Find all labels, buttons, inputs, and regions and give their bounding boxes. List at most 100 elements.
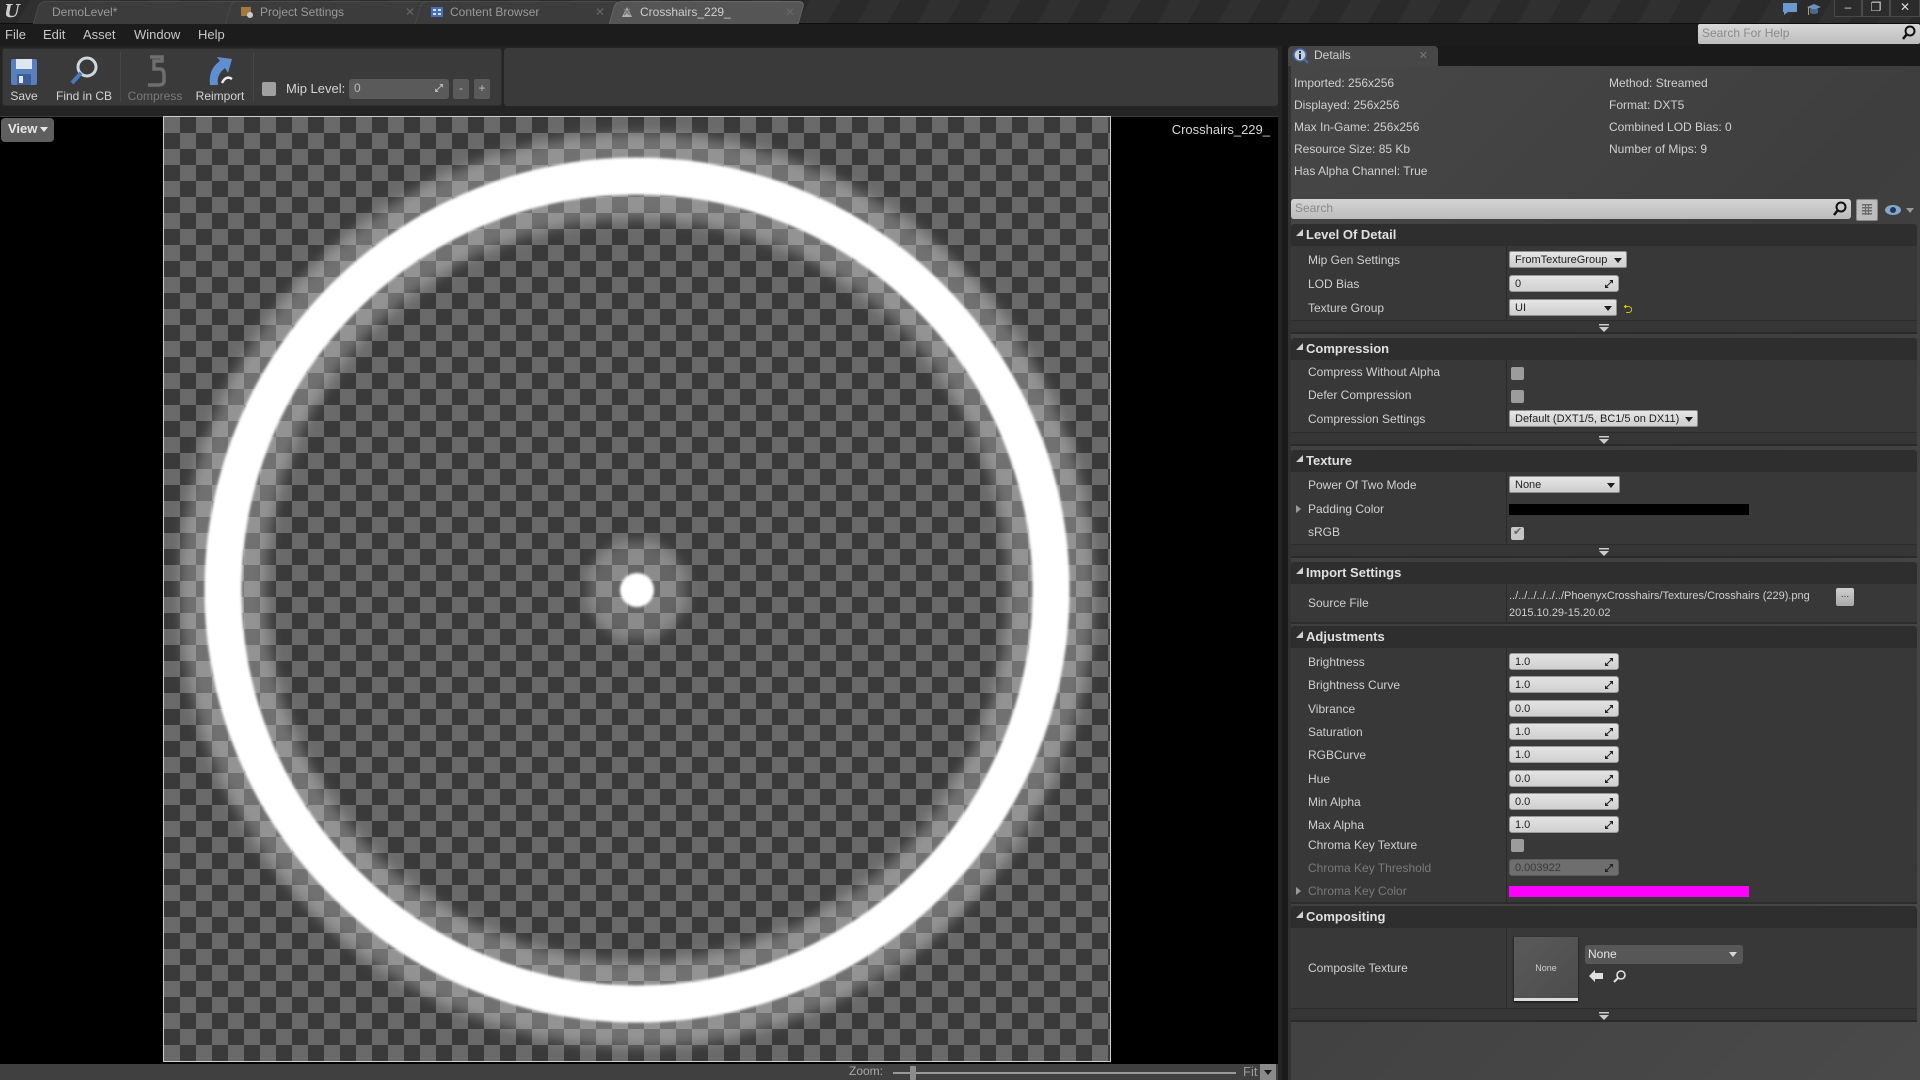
power-of-two-mode-dropdown[interactable]: None [1509,476,1620,493]
saturation-input[interactable]: 1.0 [1509,722,1619,740]
help-search-input[interactable]: Search For Help [1698,24,1920,44]
menu-asset[interactable]: Asset [83,24,116,46]
restore-button[interactable]: ❐ [1862,0,1890,17]
column-divider[interactable] [1506,648,1507,902]
padding-color-swatch[interactable] [1509,504,1749,515]
browse-search-icon[interactable] [1613,969,1627,983]
column-divider[interactable] [1506,472,1507,544]
close-icon[interactable]: ✕ [785,5,795,19]
spin-arrows-icon[interactable] [1605,658,1613,666]
prop-label: LOD Bias [1308,277,1360,291]
expand-triangle-icon[interactable] [1296,887,1301,895]
prop-label: Texture Group [1308,301,1385,315]
prop-label: Compress Without Alpha [1308,365,1441,379]
spin-arrows-icon[interactable] [1605,280,1613,288]
tab-demolevel[interactable]: DemoLevel* [52,1,242,23]
rgbcurve-input[interactable]: 1.0 [1509,746,1619,764]
column-divider[interactable] [1506,360,1507,436]
section-adjustments[interactable]: Adjustments [1291,626,1917,648]
save-button[interactable]: Save [6,50,42,106]
tutorial-icon[interactable] [1806,2,1822,18]
section-advanced-toggle[interactable] [1291,432,1917,446]
menu-window[interactable]: Window [134,24,180,46]
section-advanced-toggle[interactable] [1291,1008,1917,1022]
close-icon[interactable]: ✕ [1419,49,1428,62]
column-divider[interactable] [1506,584,1507,622]
spin-arrows-icon[interactable] [1605,774,1613,783]
defer-compression-checkbox[interactable] [1511,390,1524,403]
section-compression[interactable]: Compression [1291,338,1917,360]
vibrance-input[interactable]: 0.0 [1509,699,1619,717]
column-divider[interactable] [1506,246,1507,320]
spin-arrows-icon[interactable] [1605,797,1613,806]
details-search-input[interactable]: Search [1291,199,1851,219]
close-icon[interactable]: ✕ [595,5,605,19]
zoom-slider[interactable] [893,1072,1236,1074]
menu-bar [0,24,1920,46]
feedback-icon[interactable] [1782,2,1798,16]
reimport-button[interactable]: Reimport [192,50,248,106]
tab-content-browser[interactable]: Content Browser ✕ [430,1,620,23]
prop-label: Compression Settings [1308,412,1426,426]
view-options-eye-icon[interactable] [1884,203,1918,217]
chroma-key-texture-checkbox[interactable] [1511,839,1524,852]
view-dropdown-button[interactable]: View [1,118,54,142]
prop-label: Composite Texture [1308,961,1408,975]
max-alpha-input[interactable]: 1.0 [1509,816,1619,834]
mip-decrement-button[interactable]: - [453,79,469,99]
texture-group-dropdown[interactable]: UI [1509,299,1617,316]
column-divider[interactable] [1506,928,1507,1008]
mip-level-checkbox[interactable] [262,82,276,96]
section-advanced-toggle[interactable] [1291,544,1917,558]
min-alpha-input[interactable]: 0.0 [1509,792,1619,810]
expand-triangle-icon[interactable] [1296,505,1301,513]
menu-edit[interactable]: Edit [43,24,65,46]
input-value: 0.0 [1515,795,1531,808]
input-value: 0.0 [1515,772,1531,785]
dropdown-value: FromTextureGroup [1515,254,1608,266]
spin-arrows-icon[interactable] [1605,727,1613,736]
spin-arrows-icon[interactable] [1605,681,1613,690]
lod-bias-input[interactable]: 0 [1509,275,1619,292]
zoom-mode-dropdown[interactable] [1260,1064,1276,1080]
compression-settings-dropdown[interactable]: Default (DXT1/5, BC1/5 on DX11) [1509,410,1698,427]
spin-arrows-icon[interactable] [1605,751,1613,760]
compress-button[interactable]: Compress [126,50,184,106]
details-tab[interactable]: Details ✕ [1288,46,1438,66]
chroma-key-threshold-input[interactable]: 0.003922 [1509,859,1619,876]
srgb-checkbox[interactable] [1511,525,1524,540]
expand-advanced-icon [1599,324,1609,332]
section-import-settings[interactable]: Import Settings [1291,562,1917,584]
zoom-slider-handle[interactable] [910,1066,917,1080]
minimize-button[interactable]: – [1834,0,1862,17]
mip-increment-button[interactable]: + [474,79,490,99]
toolbar-separator [253,52,254,102]
use-selected-arrow-icon[interactable] [1589,970,1603,982]
brightness-curve-input[interactable]: 1.0 [1509,676,1619,694]
brightness-input[interactable]: 1.0 [1509,653,1619,670]
find-in-cb-button[interactable]: Find in CB [54,50,114,106]
composite-texture-asset-picker[interactable]: None [1585,945,1743,964]
composite-texture-thumbnail[interactable]: None [1514,937,1578,1001]
chroma-key-color-swatch[interactable] [1509,886,1749,897]
property-matrix-button[interactable] [1856,199,1878,221]
spin-arrows-icon[interactable] [1605,704,1613,713]
hue-input[interactable]: 0.0 [1509,769,1619,787]
spin-arrows-icon[interactable] [1605,821,1613,830]
section-advanced-toggle[interactable] [1291,320,1917,334]
unreal-logo-icon[interactable]: U [2,1,22,23]
close-window-button[interactable]: ✕ [1890,0,1920,17]
section-level-of-detail[interactable]: Level Of Detail [1291,224,1917,246]
compress-without-alpha-checkbox[interactable] [1511,367,1524,380]
mip-gen-settings-dropdown[interactable]: FromTextureGroup [1509,251,1627,268]
section-compositing[interactable]: Compositing [1291,906,1917,928]
section-texture[interactable]: Texture [1291,450,1917,472]
tab-project-settings[interactable]: Project Settings ✕ [240,1,430,23]
close-icon[interactable]: ✕ [405,5,415,19]
source-file-browse-button[interactable]: ... [1836,588,1854,606]
menu-help[interactable]: Help [198,24,225,46]
mip-level-input[interactable]: 0 [349,79,449,99]
tab-crosshairs[interactable]: Crosshairs_229_ ✕ [620,1,810,23]
menu-file[interactable]: File [5,24,26,46]
reset-to-default-icon[interactable]: ⮌ [1623,300,1633,321]
